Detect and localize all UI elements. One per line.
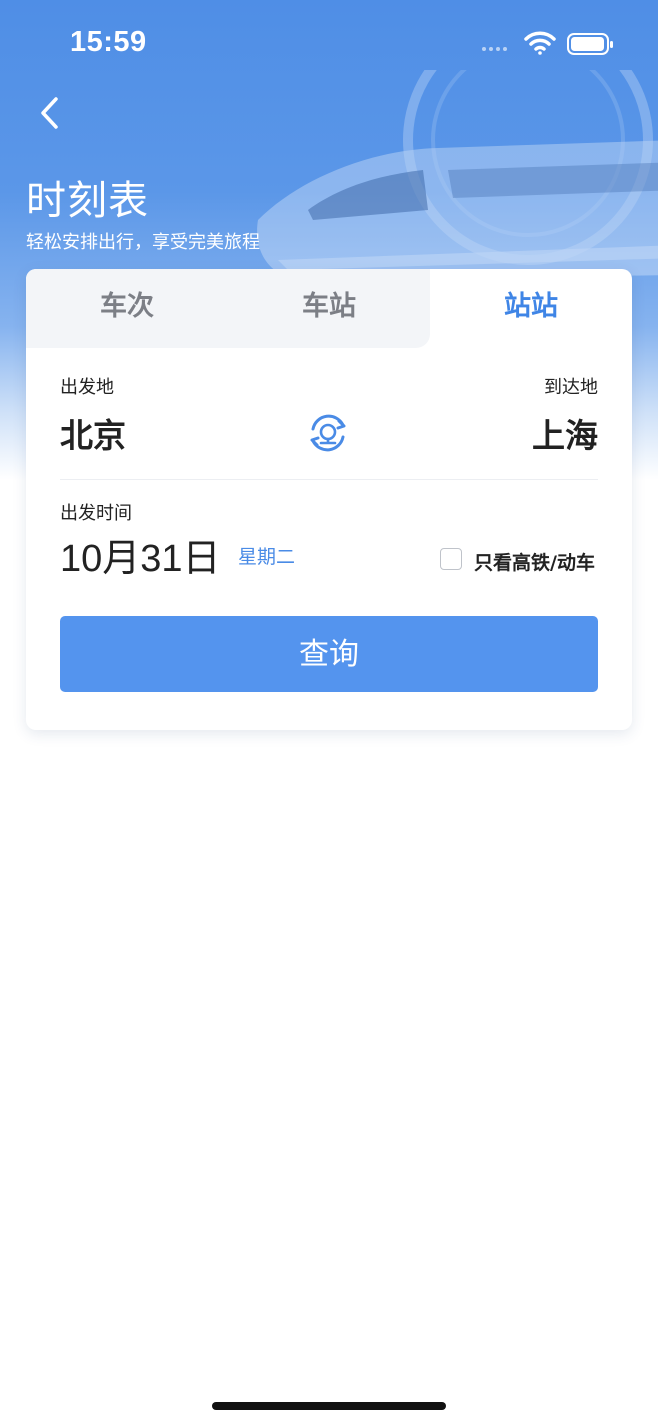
tab-train-number[interactable]: 车次 <box>26 269 228 348</box>
arrival-label: 到达地 <box>544 377 598 398</box>
tab-station-to-station[interactable]: 站站 <box>430 269 632 348</box>
departure-city[interactable]: 北京 <box>60 409 126 457</box>
divider <box>60 479 598 480</box>
page-title: 时刻表 <box>26 178 149 224</box>
home-indicator <box>212 1402 446 1410</box>
search-card: 车次 车站 站站 出发地 北京 到达地 上海 出发时间 10月31日 星期二 只… <box>26 269 632 730</box>
tab-station[interactable]: 车站 <box>228 269 430 348</box>
tab-bar: 车次 车站 站站 <box>26 269 632 348</box>
signal-icon <box>482 47 507 51</box>
back-icon[interactable] <box>36 94 66 134</box>
arrival-city[interactable]: 上海 <box>532 409 598 457</box>
swap-icon[interactable] <box>305 410 351 456</box>
weekday-label: 星期二 <box>238 546 296 568</box>
date-label: 出发时间 <box>60 503 132 524</box>
status-time: 15:59 <box>70 26 147 58</box>
battery-icon <box>567 33 613 55</box>
departure-label: 出发地 <box>60 377 114 398</box>
wifi-icon <box>524 31 556 55</box>
high-speed-only-label[interactable]: 只看高铁/动车 <box>474 548 595 575</box>
query-button[interactable]: 查询 <box>60 616 598 692</box>
departure-date[interactable]: 10月31日 <box>60 527 221 582</box>
page-subtitle: 轻松安排出行，享受完美旅程 <box>26 232 260 253</box>
high-speed-only-checkbox[interactable] <box>440 548 462 570</box>
